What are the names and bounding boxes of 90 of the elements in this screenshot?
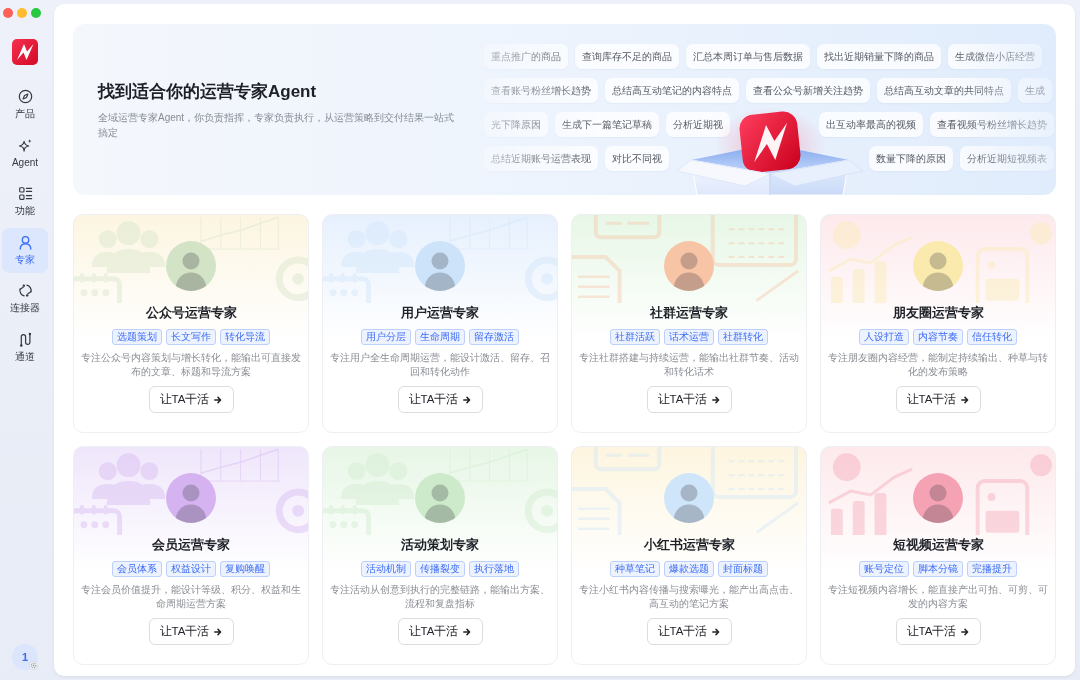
prompt-chip[interactable]: 总结高互动笔记的内容特点 [605,78,739,103]
skill-tag: 社群活跃 [610,329,660,345]
start-button[interactable]: 让TA干活 [646,618,732,645]
arrow-right-icon [712,395,721,404]
skill-tag: 账号定位 [859,561,909,577]
settings-icon[interactable] [29,661,38,670]
expert-description: 专注用户全生命周期运营，能设计激活、留存、召回和转化动作 [329,351,551,379]
sparkles-icon [17,137,33,153]
account-avatar[interactable]: 1 [12,644,38,670]
prompt-chip[interactable]: 数量下降的原因 [869,146,953,171]
skill-tag: 执行落地 [469,561,519,577]
start-button[interactable]: 让TA干活 [895,386,981,413]
skill-tag: 会员体系 [112,561,162,577]
skill-tag: 社群转化 [718,329,768,345]
expert-description: 专注短视频内容增长，能直接产出可拍、可剪、可发的内容方案 [827,583,1049,611]
compass-icon [17,89,33,104]
skill-tag: 生命周期 [415,329,465,345]
skill-tag: 封面标题 [718,561,768,577]
prompt-chip[interactable]: 分析近期短视频表 [960,146,1054,171]
arrow-right-icon [214,395,223,404]
banner-subtitle: 全域运营专家Agent，你负责指挥，专家负责执行，从运营策略到交付结果一站式搞定 [98,110,456,140]
expert-description: 专注会员价值提升，能设计等级、积分、权益和生命周期运营方案 [80,583,302,611]
list-icon [17,186,33,201]
expert-description: 专注社群搭建与持续运营，能输出社群节奏、活动和转化话术 [578,351,800,379]
expert-title: 活动策划专家 [401,536,479,554]
skill-tag: 传播裂变 [415,561,465,577]
skill-tag: 脚本分镜 [913,561,963,577]
expert-description: 专注朋友圈内容经营，能制定持续输出、种草与转化的发布策略 [827,351,1049,379]
loop-icon [17,283,33,298]
prompt-chip[interactable]: 汇总本周订单与售后数据 [686,44,810,69]
nav-item[interactable]: 产品 [2,82,48,127]
minimize-button[interactable] [17,8,27,18]
expert-title: 社群运营专家 [650,304,728,322]
skill-tag: 话术运营 [664,329,714,345]
skill-tag: 完播提升 [967,561,1017,577]
start-button[interactable]: 让TA干活 [397,386,483,413]
prompt-chip[interactable]: 总结高互动文章的共同特点 [877,78,1011,103]
start-button[interactable]: 让TA干活 [397,618,483,645]
skill-tag: 长文写作 [166,329,216,345]
expert-title: 短视频运营专家 [892,536,984,554]
skill-tag: 复购唤醒 [220,561,270,577]
expert-title: 朋友圈运营专家 [892,304,984,322]
prompt-chip[interactable]: 查询库存不足的商品 [575,44,679,69]
skill-tag: 转化导流 [220,329,270,345]
skill-tag: 用户分层 [361,329,411,345]
expert-title: 小红书运营专家 [643,536,735,554]
expert-description: 专注小红书内容传播与搜索曝光，能产出高点击、高互动的笔记方案 [578,583,800,611]
close-button[interactable] [3,8,13,18]
skill-tag: 选题策划 [112,329,162,345]
arrow-right-icon [961,395,970,404]
zoom-button[interactable] [31,8,41,18]
nav-item[interactable]: 通道 [2,324,48,370]
nav-item[interactable]: Agent [2,130,48,176]
start-button[interactable]: 让TA干活 [646,386,732,413]
expert-title: 用户运营专家 [401,304,479,322]
arrow-right-icon [961,627,970,636]
logo-icon [12,39,38,65]
arrow-right-icon [712,627,721,636]
route-icon [17,331,33,347]
skill-tag: 内容节奏 [913,329,963,345]
person-icon [17,234,33,250]
start-button[interactable]: 让TA干活 [148,386,234,413]
arrow-right-icon [214,627,223,636]
prompt-chip[interactable]: 分析近期视 [666,112,730,137]
nav-item[interactable]: 专家 [2,227,48,273]
prompt-chip[interactable]: 对比不同视 [605,146,669,171]
prompt-chip[interactable]: 找出近期销量下降的商品 [817,44,941,69]
start-button[interactable]: 让TA干活 [148,618,234,645]
arrow-right-icon [463,627,472,636]
banner-title: 找到适合你的运营专家Agent [98,80,318,103]
skill-tag: 权益设计 [166,561,216,577]
arrow-right-icon [463,395,472,404]
expert-title: 会员运营专家 [152,536,230,554]
prompt-chip[interactable]: 查看公众号新增关注趋势 [746,78,870,103]
skill-tag: 信任转化 [967,329,1017,345]
nav-item[interactable]: 功能 [2,179,48,224]
prompt-chip[interactable]: 生成下一篇笔记草稿 [555,112,659,137]
skill-tag: 留存激活 [469,329,519,345]
start-button[interactable]: 让TA干活 [895,618,981,645]
prompt-chip[interactable]: 出互动率最高的视频 [819,112,923,137]
prompt-chip[interactable]: 生成微信小店经营 [948,44,1042,69]
skill-tag: 活动机制 [361,561,411,577]
skill-tag: 种草笔记 [610,561,660,577]
expert-description: 专注活动从创意到执行的完整链路，能输出方案、流程和复盘指标 [329,583,551,611]
skill-tag: 爆款选题 [664,561,714,577]
prompt-chip[interactable]: 查看视频号粉丝增长趋势 [930,112,1054,137]
expert-description: 专注公众号内容策划与增长转化，能输出可直接发布的文章、标题和导流方案 [80,351,302,379]
nav-item[interactable]: 连接器 [2,276,48,321]
skill-tag: 人设打造 [859,329,909,345]
expert-title: 公众号运营专家 [145,304,237,322]
